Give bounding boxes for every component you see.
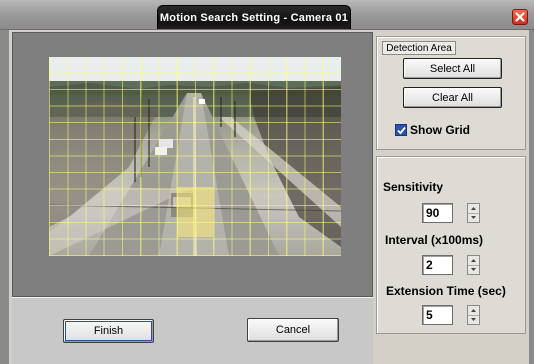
arrow-up-icon[interactable] xyxy=(468,306,479,315)
interval-label: Interval (x100ms) xyxy=(385,233,484,247)
motion-search-window: Motion Search Setting - Camera 01 Finish… xyxy=(0,0,534,364)
extension-time-spinner[interactable]: 5 xyxy=(422,305,480,325)
clear-all-button[interactable]: Clear All xyxy=(403,87,502,108)
dialog-client-area: Finish Cancel Detection Area Select All … xyxy=(9,30,529,364)
detection-area-title: Detection Area xyxy=(382,41,456,55)
extension-time-spin-buttons[interactable] xyxy=(467,305,480,325)
close-button[interactable] xyxy=(512,9,528,25)
arrow-down-icon[interactable] xyxy=(468,264,479,275)
detection-area-group: Detection Area Select All Clear All Show… xyxy=(376,36,526,150)
show-grid-checkbox-row[interactable]: Show Grid xyxy=(395,123,470,137)
show-grid-label: Show Grid xyxy=(410,123,470,137)
motion-settings-group: Sensitivity 90 Interval (x100ms) 2 Exten… xyxy=(376,156,526,334)
close-icon xyxy=(515,12,525,22)
sensitivity-input[interactable]: 90 xyxy=(422,203,453,223)
checkmark-icon xyxy=(396,126,406,134)
window-title: Motion Search Setting - Camera 01 xyxy=(157,5,351,29)
interval-input[interactable]: 2 xyxy=(422,255,453,275)
camera-preview[interactable] xyxy=(49,57,341,256)
extension-time-label: Extension Time (sec) xyxy=(386,284,506,298)
interval-spinner[interactable]: 2 xyxy=(422,255,480,275)
dialog-footer: Finish Cancel xyxy=(12,297,373,364)
sensitivity-label: Sensitivity xyxy=(383,180,444,194)
finish-button[interactable]: Finish xyxy=(63,319,154,343)
arrow-up-icon[interactable] xyxy=(468,204,479,213)
arrow-down-icon[interactable] xyxy=(468,212,479,223)
select-all-button[interactable]: Select All xyxy=(403,58,502,79)
arrow-down-icon[interactable] xyxy=(468,314,479,325)
interval-spin-buttons[interactable] xyxy=(467,255,480,275)
extension-time-input[interactable]: 5 xyxy=(422,305,453,325)
title-bar[interactable]: Motion Search Setting - Camera 01 xyxy=(0,0,534,30)
sensitivity-spin-buttons[interactable] xyxy=(467,203,480,223)
show-grid-checkbox[interactable] xyxy=(395,124,407,136)
sensitivity-spinner[interactable]: 90 xyxy=(422,203,480,223)
cancel-button[interactable]: Cancel xyxy=(247,318,339,342)
video-panel xyxy=(12,32,373,297)
arrow-up-icon[interactable] xyxy=(468,256,479,265)
detection-grid-overlay[interactable] xyxy=(49,57,341,256)
